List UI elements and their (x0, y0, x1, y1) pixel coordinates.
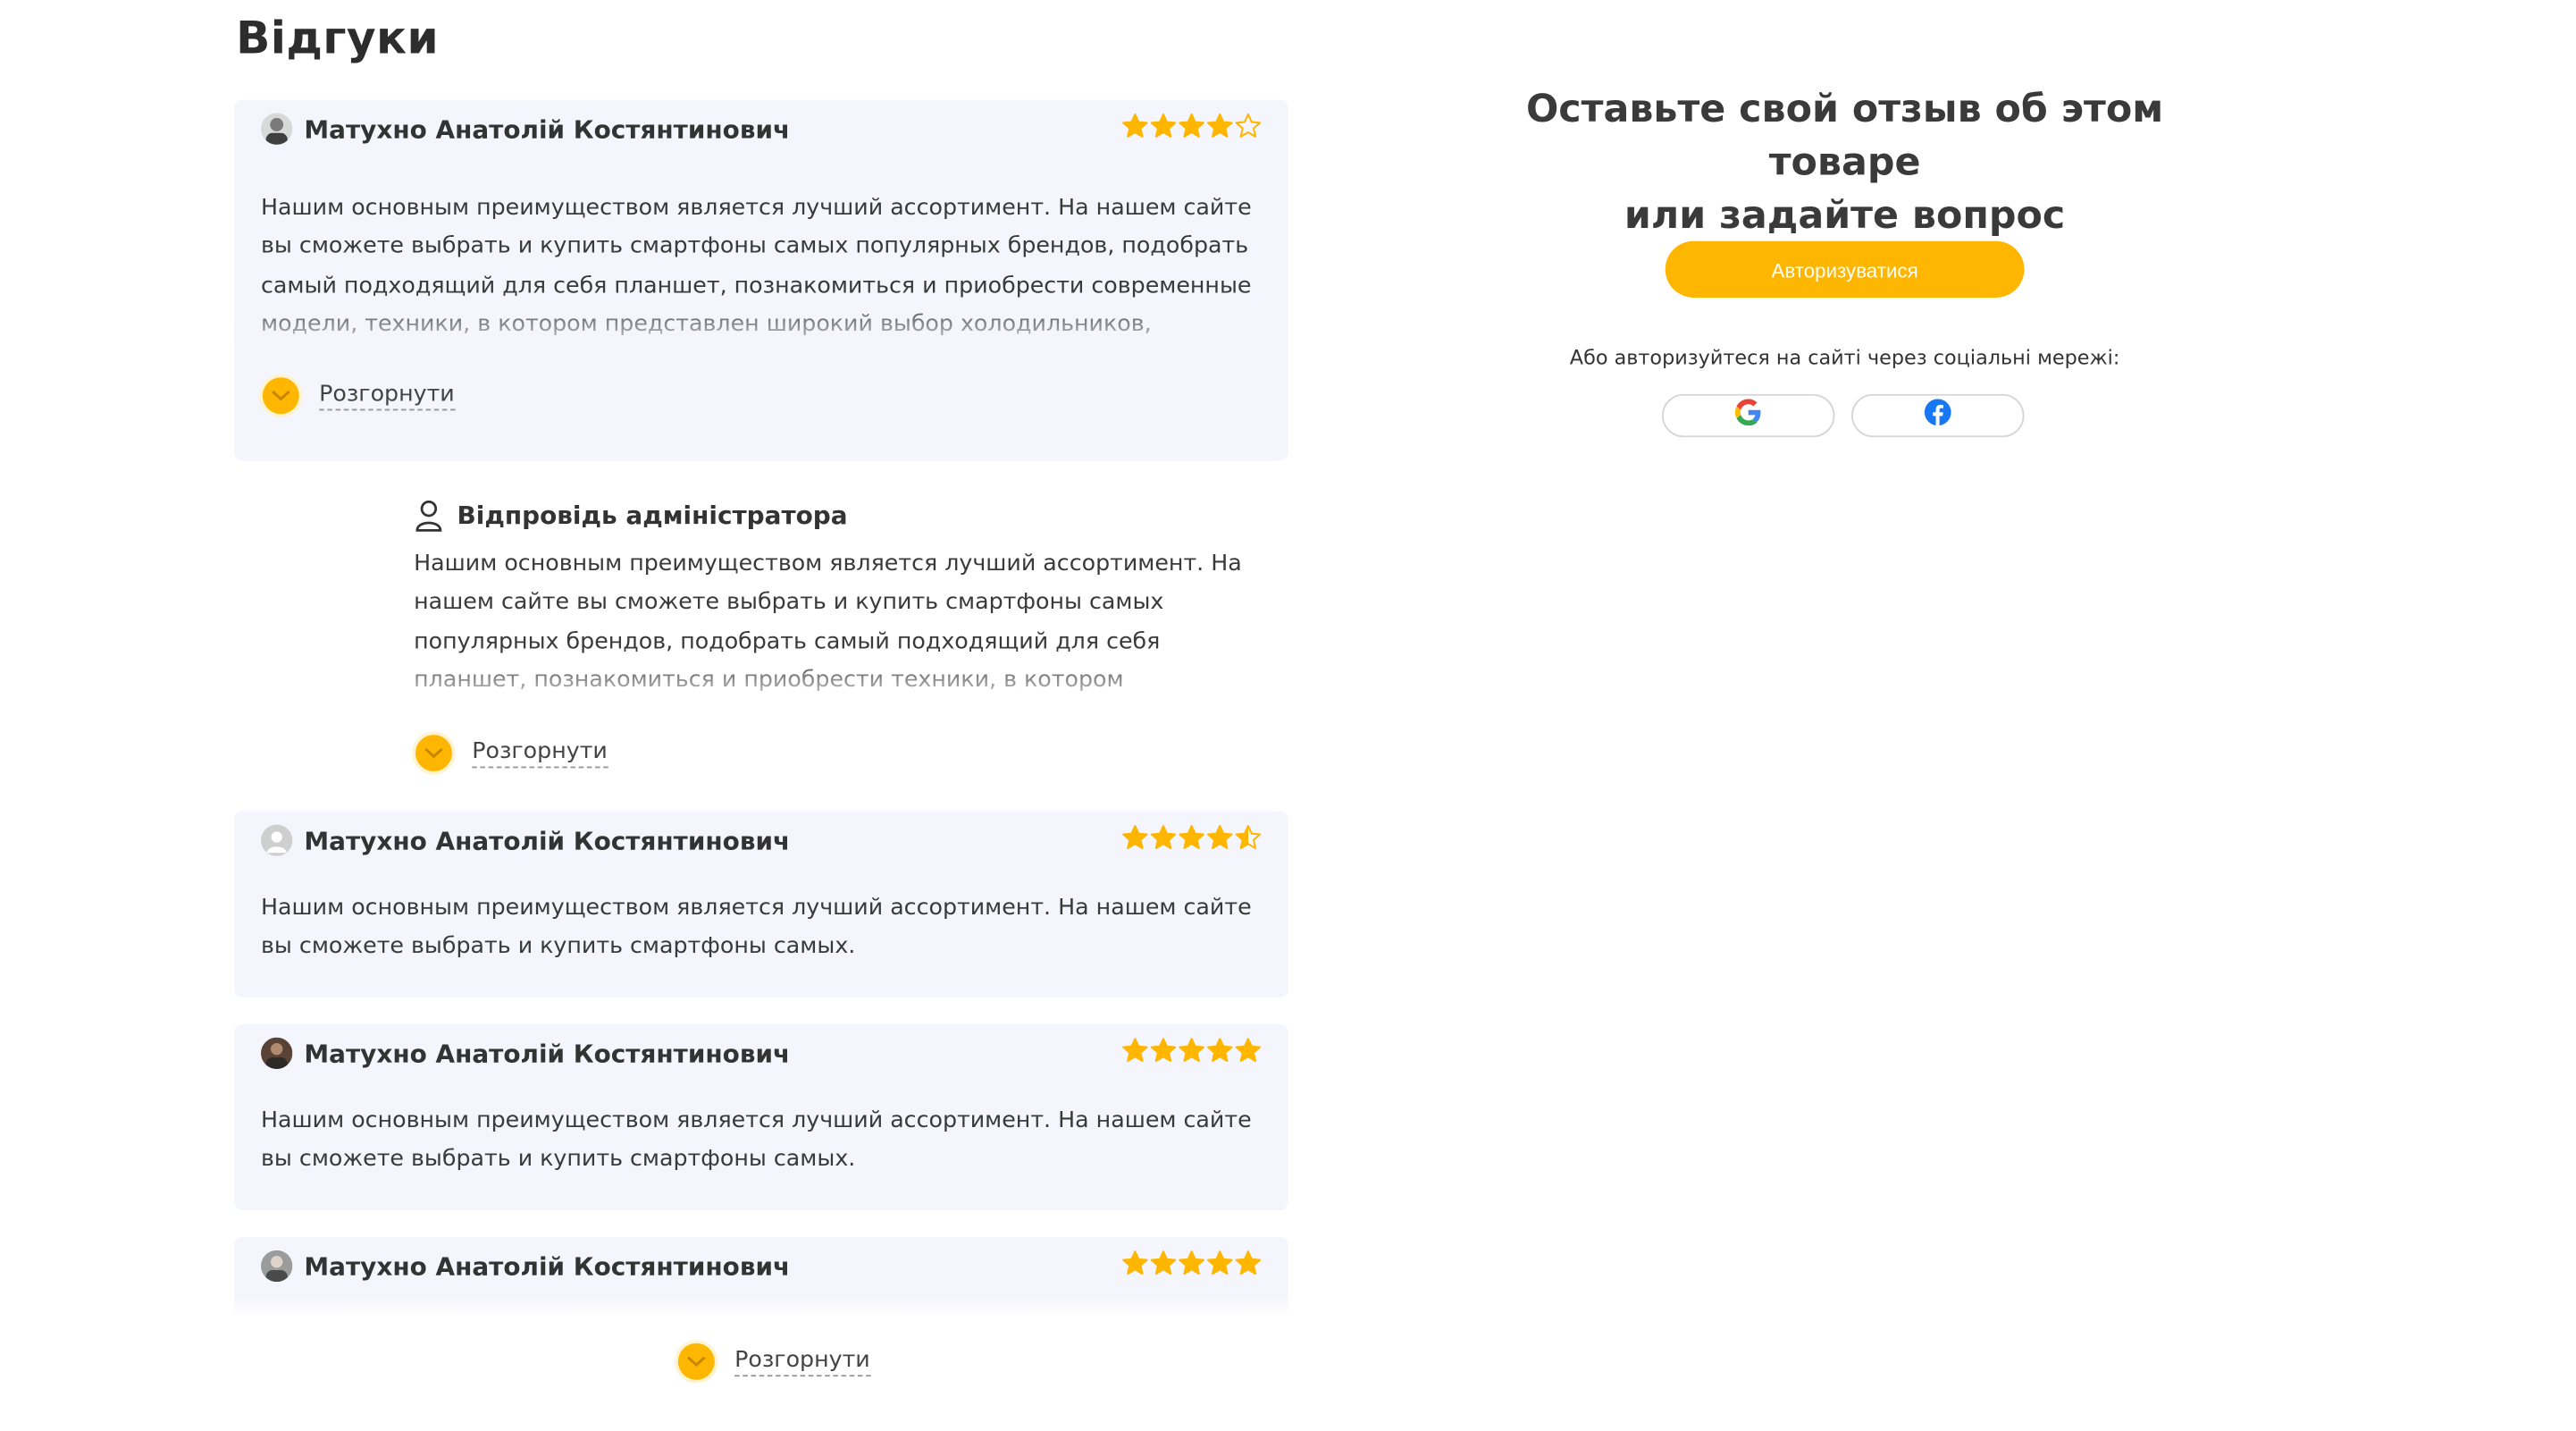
expand-label: Розгорнути (319, 381, 455, 411)
avatar (261, 824, 293, 856)
review-author: Матухно Анатолій Костянтинович (304, 114, 791, 145)
facebook-icon (1924, 399, 1951, 432)
rating-stars (1122, 1038, 1262, 1067)
expand-reviews-button[interactable]: Розгорнути (677, 1343, 870, 1380)
social-login-note: Або авторизуйтеся на сайті через соціаль… (1569, 345, 2120, 369)
authorize-button[interactable]: Авторизуватися (1665, 240, 2025, 298)
rating-stars (1122, 113, 1262, 142)
star-half-icon (1235, 825, 1262, 849)
expand-label: Розгорнути (472, 738, 608, 769)
review-author: Матухно Анатолій Костянтинович (304, 1251, 791, 1283)
text-fade (234, 299, 1288, 349)
admin-reply-title: Відпровідь адміністратора (457, 500, 848, 531)
avatar (261, 113, 293, 145)
review-author: Матухно Анатолій Костянтинович (304, 1039, 791, 1069)
star-full-icon (1179, 1038, 1204, 1063)
rating-stars (1122, 825, 1262, 854)
chevron-down-icon (262, 377, 299, 415)
chevron-down-icon (415, 735, 452, 772)
card-fade (234, 1296, 1288, 1317)
star-full-icon (1150, 825, 1177, 849)
form-title-line1: Оставьте свой отзыв об этом товаре (1525, 88, 2164, 185)
review-card: Матухно Анатолій Костянтинович Нашим осн… (234, 1023, 1288, 1211)
review-header: Матухно Анатолій Костянтинович (261, 824, 1262, 862)
text-fade (414, 654, 1279, 705)
star-full-icon (1150, 1250, 1177, 1275)
reviews-page: Відгуки Матухно Анатолій Костянтинович Н… (0, 0, 2576, 1430)
avatar (261, 1037, 293, 1069)
facebook-login-button[interactable] (1851, 393, 2025, 438)
review-author: Матухно Анатолій Костянтинович (304, 826, 791, 856)
star-full-icon (1179, 1250, 1204, 1275)
star-full-icon (1150, 1038, 1177, 1063)
page-title: Відгуки (236, 13, 440, 65)
star-full-icon (1179, 113, 1204, 138)
user-icon (414, 499, 443, 532)
google-login-button[interactable] (1662, 393, 1835, 438)
chevron-down-icon (677, 1343, 715, 1380)
star-full-icon (1207, 1250, 1233, 1275)
star-full-icon (1122, 113, 1148, 138)
star-full-icon (1235, 1250, 1262, 1275)
review-card: Матухно Анатолій Костянтинович Нашим осн… (234, 99, 1288, 461)
star-full-icon (1150, 113, 1177, 138)
review-text: Нашим основным преимуществом является лу… (261, 894, 1252, 960)
review-header: Матухно Анатолій Костянтинович (261, 113, 1262, 149)
review-text: Нашим основным преимуществом является лу… (261, 1107, 1252, 1174)
review-card: Матухно Анатолій Костянтинович Нашим осн… (234, 811, 1288, 997)
avatar (261, 1250, 293, 1283)
expand-review-button[interactable]: Розгорнути (262, 377, 455, 415)
star-full-icon (1207, 113, 1233, 138)
review-header: Матухно Анатолій Костянтинович (261, 1037, 1262, 1074)
review-card: Матухно Анатолій Костянтинович (234, 1236, 1288, 1317)
form-title: Оставьте свой отзыв об этом товаре или з… (1463, 83, 2228, 243)
star-full-icon (1122, 825, 1148, 849)
star-full-icon (1122, 1250, 1148, 1275)
star-full-icon (1207, 825, 1233, 849)
star-full-icon (1235, 1038, 1262, 1063)
star-full-icon (1179, 825, 1204, 849)
rating-stars (1122, 1250, 1262, 1280)
review-header: Матухно Анатолій Костянтинович (261, 1250, 1262, 1287)
expand-admin-reply-button[interactable]: Розгорнути (415, 735, 608, 772)
star-empty-icon (1235, 113, 1262, 138)
star-full-icon (1207, 1038, 1233, 1063)
google-icon (1734, 399, 1762, 432)
star-full-icon (1122, 1038, 1148, 1063)
form-title-line2: или задайте вопрос (1624, 194, 2066, 238)
expand-label: Розгорнути (734, 1347, 870, 1377)
